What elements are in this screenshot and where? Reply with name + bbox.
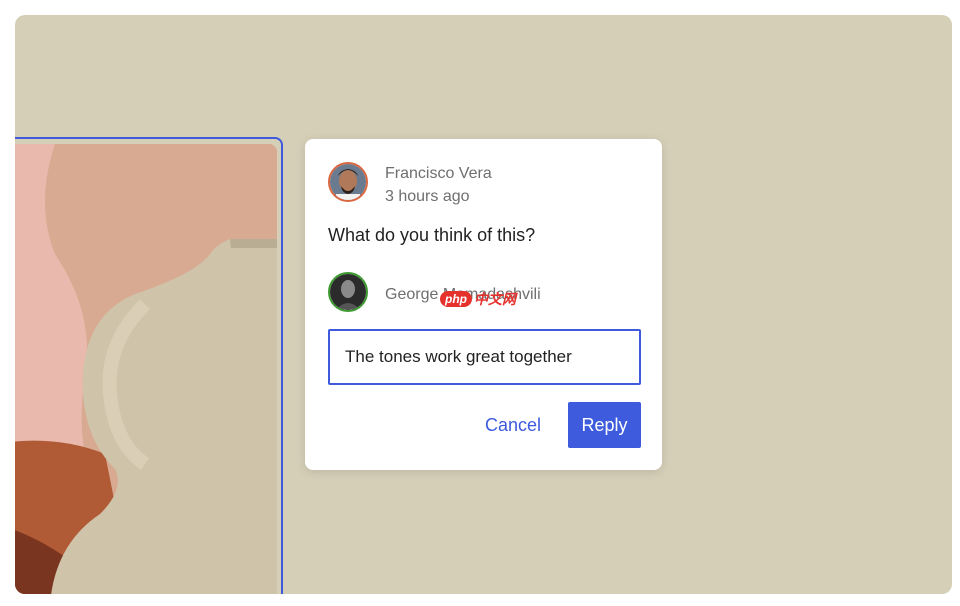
site-watermark: php 中文网 xyxy=(440,289,516,309)
image-selection-outline xyxy=(15,137,283,594)
watermark-badge: php xyxy=(440,291,472,307)
francisco-avatar xyxy=(328,162,368,202)
watermark-text: 中文网 xyxy=(474,291,516,307)
comment-timestamp: 3 hours ago xyxy=(385,188,470,205)
reply-button[interactable]: Reply xyxy=(568,402,641,448)
george-avatar xyxy=(328,272,368,312)
editor-canvas: Francisco Vera 3 hours ago What do you t… xyxy=(15,15,952,594)
comment-author: Francisco Vera xyxy=(385,165,492,182)
cancel-button[interactable]: Cancel xyxy=(475,402,551,448)
comment-card: Francisco Vera 3 hours ago What do you t… xyxy=(305,139,662,470)
reply-input[interactable] xyxy=(328,329,641,385)
comment-body: What do you think of this? xyxy=(328,225,536,245)
